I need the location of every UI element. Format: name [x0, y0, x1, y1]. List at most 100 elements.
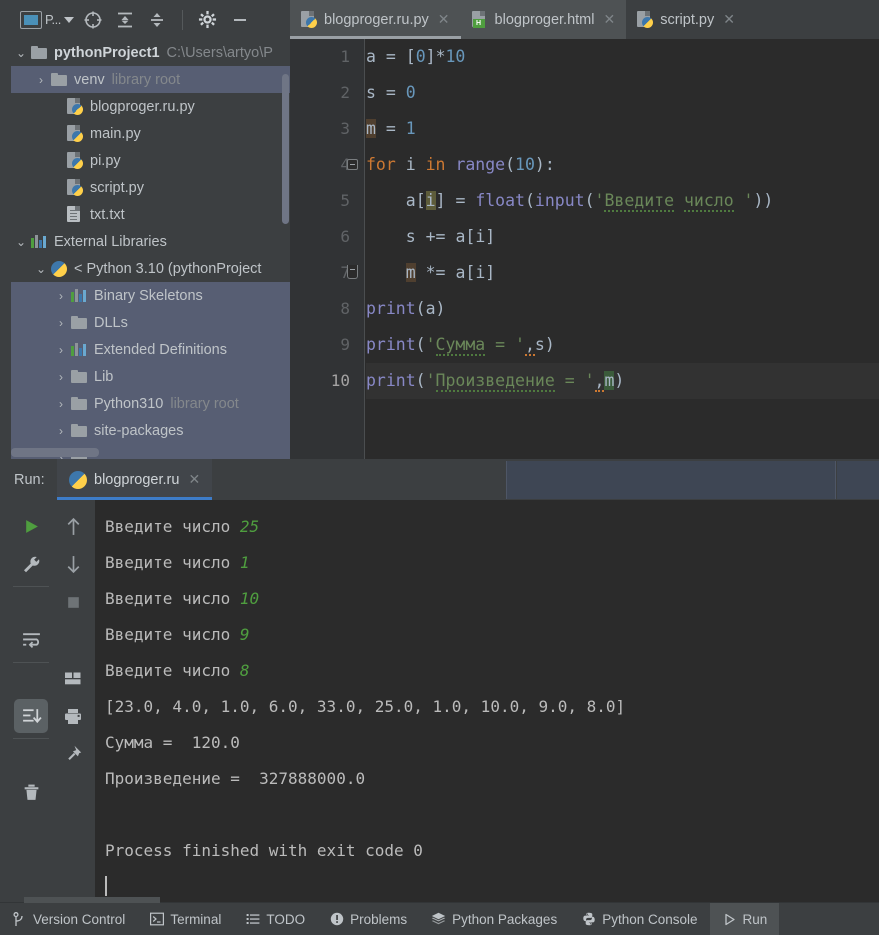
clear-all-trash-icon[interactable]	[10, 773, 52, 811]
tree-row-site-packages[interactable]: › site-packages	[11, 417, 290, 444]
tree-row-script-py[interactable]: script.py	[11, 174, 290, 201]
print-icon[interactable]	[52, 697, 94, 735]
toolbar-divider	[181, 9, 183, 30]
tree-row-dlls[interactable]: › DLLs	[11, 309, 290, 336]
tab-blogproger-html[interactable]: H blogproger.html ✕	[460, 0, 627, 39]
statusbar-version-control[interactable]: Version Control	[0, 903, 137, 935]
code-line-3[interactable]: m = 1	[366, 111, 879, 147]
tree-row-lib[interactable]: › Lib	[11, 363, 290, 390]
tab-close-icon[interactable]: ✕	[723, 11, 735, 28]
target-icon[interactable]	[80, 7, 106, 33]
line-number: 1	[340, 47, 350, 66]
code-fold-end-icon[interactable]	[347, 265, 358, 279]
console-caret	[105, 869, 879, 902]
tree-row-label: Lib	[94, 368, 114, 385]
statusbar-label: Version Control	[33, 911, 126, 927]
editor-gutter[interactable]: 1 2 3 4 5 6 7 8 9 10	[290, 39, 365, 459]
tree-row-suffix: library root	[111, 71, 181, 88]
tree-row-label: txt.txt	[90, 206, 125, 223]
rerun-play-icon[interactable]	[10, 507, 52, 545]
code-fold-icon[interactable]	[347, 159, 358, 170]
tree-row-binary-skeletons[interactable]: › Binary Skeletons	[11, 282, 290, 309]
code-editor[interactable]: 1 2 3 4 5 6 7 8 9 10 a = [0]*10 s = 0 m …	[290, 39, 879, 459]
code-line-1[interactable]: a = [0]*10	[366, 39, 879, 75]
tree-row-extended-definitions[interactable]: › Extended Definitions	[11, 336, 290, 363]
statusbar-terminal[interactable]: Terminal	[137, 903, 233, 935]
project-widget-icon	[20, 10, 42, 29]
layout-icon[interactable]	[52, 659, 94, 697]
tree-row-main-py[interactable]: main.py	[11, 120, 290, 147]
tab-label: blogproger.html	[494, 11, 595, 28]
code-lines-container[interactable]: a = [0]*10 s = 0 m = 1 for i in range(10…	[347, 39, 879, 459]
minimize-icon[interactable]	[227, 7, 253, 33]
tab-script-py[interactable]: script.py ✕	[626, 0, 746, 39]
chevron-right-icon[interactable]: ›	[51, 397, 71, 411]
project-widget-button[interactable]: P...	[20, 10, 74, 29]
code-line-8[interactable]: print(a)	[366, 291, 879, 327]
chevron-down-icon[interactable]: ⌄	[11, 235, 31, 249]
tree-row-blogproger-ru-py[interactable]: blogproger.ru.py	[11, 93, 290, 120]
text-file-icon	[67, 206, 83, 223]
tree-row-python310[interactable]: › Python310 library root	[11, 390, 290, 417]
pycharm-window: P... blogproger.ru.py ✕ H blogproger.htm…	[0, 0, 879, 935]
run-console-output[interactable]: Введите число 25 Введите число 1 Введите…	[95, 500, 879, 902]
expand-all-icon[interactable]	[112, 7, 138, 33]
console-line-exit: Process finished with exit code 0	[105, 841, 423, 860]
chevron-down-icon[interactable]: ⌄	[11, 46, 31, 60]
chevron-right-icon[interactable]: ›	[51, 316, 71, 330]
tree-row-pi-py[interactable]: pi.py	[11, 147, 290, 174]
scroll-up-icon[interactable]	[52, 507, 94, 545]
tree-row-suffix: library root	[170, 395, 239, 412]
scroll-down-icon[interactable]	[52, 545, 94, 583]
library-bars-icon	[71, 289, 87, 302]
collapse-all-icon[interactable]	[144, 7, 170, 33]
console-line: Введите число 8	[105, 661, 250, 680]
tree-row-python-310[interactable]: ⌄ < Python 3.10 (pythonProject	[11, 255, 290, 282]
run-tab-close-icon[interactable]: ✕	[188, 471, 200, 488]
chevron-right-icon[interactable]: ›	[51, 424, 71, 438]
tree-row-txt-txt[interactable]: txt.txt	[11, 201, 290, 228]
code-line-2[interactable]: s = 0	[366, 75, 879, 111]
chevron-down-icon[interactable]: ⌄	[31, 262, 51, 276]
scroll-to-end-icon[interactable]	[10, 697, 52, 735]
chevron-right-icon[interactable]: ›	[51, 289, 71, 303]
tree-row-external-libraries[interactable]: ⌄ External Libraries	[11, 228, 290, 255]
statusbar-todo[interactable]: TODO	[233, 903, 317, 935]
python-file-icon	[301, 11, 317, 28]
tab-label: blogproger.ru.py	[324, 11, 429, 28]
code-line-6[interactable]: s += a[i]	[366, 219, 879, 255]
code-line-4[interactable]: for i in range(10):	[347, 147, 879, 183]
sidebar-vertical-scrollbar[interactable]	[282, 74, 289, 224]
run-toolbar-divider	[13, 586, 49, 587]
statusbar-python-console[interactable]: Python Console	[569, 903, 709, 935]
statusbar-python-packages[interactable]: Python Packages	[419, 903, 569, 935]
tab-close-icon[interactable]: ✕	[438, 11, 450, 28]
code-line-5[interactable]: a[i] = float(input('Введите число '))	[366, 183, 879, 219]
run-settings-wrench-icon[interactable]	[10, 545, 52, 583]
statusbar-problems[interactable]: Problems	[317, 903, 419, 935]
tree-row-venv[interactable]: › venv library root	[11, 66, 290, 93]
code-line-7[interactable]: m *= a[i]	[347, 255, 879, 291]
tab-blogproger-ru-py[interactable]: blogproger.ru.py ✕	[290, 0, 461, 39]
chevron-down-icon[interactable]	[63, 16, 74, 23]
pin-tab-icon[interactable]	[52, 735, 94, 773]
soft-wrap-icon[interactable]	[10, 621, 52, 659]
sidebar-horizontal-scrollbar[interactable]	[11, 448, 99, 457]
branch-icon	[12, 911, 27, 927]
statusbar-label: Python Console	[602, 911, 698, 927]
run-tab-blogproger-ru[interactable]: blogproger.ru ✕	[57, 459, 213, 500]
console-line-product: Произведение = 327888000.0	[105, 769, 366, 788]
tab-close-icon[interactable]: ✕	[603, 11, 615, 28]
code-line-9[interactable]: print('Сумма = ',s)	[366, 327, 879, 363]
chevron-right-icon[interactable]: ›	[51, 370, 71, 384]
code-line-10[interactable]: print('Произведение = ',m)	[366, 363, 879, 399]
stop-icon[interactable]	[52, 583, 94, 621]
project-tool-window: ⌄ pythonProject1 C:\Users\artyo\P › venv…	[0, 39, 290, 459]
tree-row-pythonproject1[interactable]: ⌄ pythonProject1 C:\Users\artyo\P	[11, 39, 290, 66]
chevron-right-icon[interactable]: ›	[31, 73, 51, 87]
project-widget-label: P...	[45, 12, 61, 27]
chevron-right-icon[interactable]: ›	[51, 343, 71, 357]
line-number: 8	[340, 299, 350, 318]
settings-gear-icon[interactable]	[195, 7, 221, 33]
statusbar-run[interactable]: Run	[709, 902, 780, 935]
